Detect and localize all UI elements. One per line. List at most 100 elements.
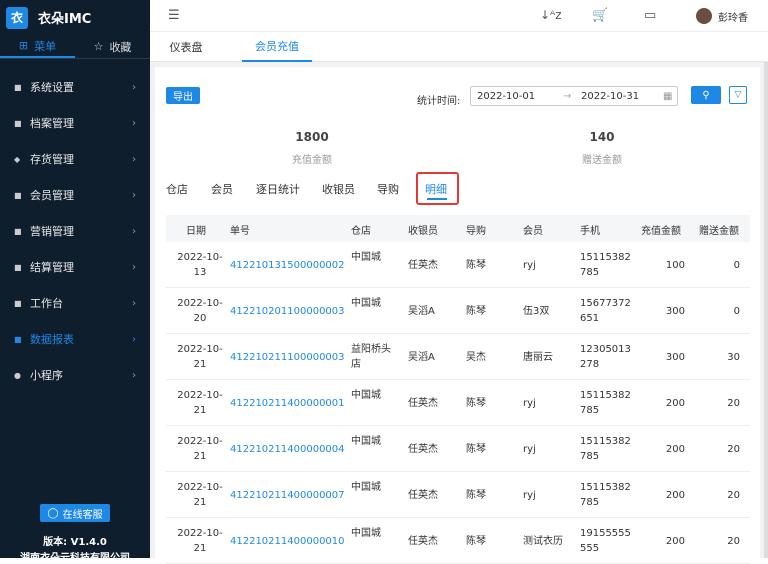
cell-amount: 300 (665, 306, 685, 317)
chevron-right-icon: › (132, 297, 136, 309)
table-row[interactable]: 2022-10- 21 412210211400000010 中国城 任英杰 陈琴 测试衣历… (166, 518, 750, 564)
tab-member[interactable]: 会员 (211, 181, 233, 197)
col-member[interactable]: 会员 (523, 222, 543, 237)
table-row[interactable]: 2022-10- 20 412210201100000003 中国城 吴滔A 陈琴 伍3双 1… (166, 288, 750, 334)
user-name: 彭玲香 (718, 12, 748, 24)
date-start-input[interactable]: 2022-10-01 (477, 91, 535, 102)
cell-amount: 200 (665, 444, 685, 455)
tab-dashboard[interactable]: 仪表盘 (160, 32, 212, 62)
cell-store: 益阳桥头 (351, 344, 391, 355)
cell-phone: 651 (580, 313, 600, 324)
menu-item-workbench[interactable]: ■ 工作台 › (0, 285, 150, 321)
cell-store: 中国城 (351, 298, 381, 309)
user-menu[interactable]: 彭玲香 (696, 8, 748, 24)
cell-cashier: 任英杰 (408, 536, 438, 547)
tab-store[interactable]: 仓店 (166, 181, 188, 197)
tab-guide[interactable]: 导购 (377, 181, 399, 197)
cell-amount: 100 (665, 260, 685, 271)
cell-order-no[interactable]: 412210201100000003 (230, 304, 345, 319)
workbench-icon: ■ (14, 298, 22, 308)
col-order-no[interactable]: 单号 (230, 222, 250, 237)
menu-item-members[interactable]: ■ 会员管理 › (0, 177, 150, 213)
col-phone[interactable]: 手机 (580, 222, 600, 237)
cell-date: 2022-10- (177, 344, 223, 355)
kpi-label: 充值金额 (292, 155, 332, 166)
cell-date: 2022-10- (177, 252, 223, 263)
col-gift[interactable]: 赠送金额 (699, 222, 739, 237)
customer-service-label: 在线客服 (62, 509, 103, 521)
collapse-menu-icon[interactable]: ☰ (168, 8, 180, 23)
kpi-recharge: 1800 充值金额 (252, 130, 372, 166)
menu-item-reports[interactable]: ■ 数据报表 › (0, 321, 150, 357)
menu-label: 系统设置 (30, 81, 74, 94)
scrollbar[interactable] (764, 62, 768, 558)
cell-phone: 15115382 (580, 436, 631, 447)
col-date[interactable]: 日期 (186, 222, 206, 237)
cell-order-no[interactable]: 412210131500000002 (230, 258, 345, 273)
table-row[interactable]: 2022-10- 21 412210211100000003 益阳桥头店 吴滔A 吴杰 唐丽… (166, 334, 750, 380)
cell-order-no[interactable]: 412210211100000003 (230, 350, 345, 365)
cell-order-no[interactable]: 412210211400000010 (230, 534, 345, 549)
cell-order-no[interactable]: 412210211400000001 (230, 396, 345, 411)
sort-az-icon[interactable]: ↓ᴬz (540, 8, 562, 22)
cell-date: 21 (193, 451, 207, 462)
chat-icon: ◯ (47, 507, 59, 519)
cell-guide: 陈琴 (466, 444, 486, 455)
settings-icon: ■ (14, 82, 22, 92)
tab-daily[interactable]: 逐日统计 (256, 181, 300, 197)
cell-guide: 陈琴 (466, 398, 486, 409)
cell-gift: 0 (733, 260, 740, 271)
table-row[interactable]: 2022-10- 21 412210211400000001 中国城 任英杰 陈琴 ryj 1… (166, 380, 750, 426)
menu-item-system-settings[interactable]: ■ 系统设置 › (0, 69, 150, 105)
cell-date: 2022-10- (177, 390, 223, 401)
sidebar-menu: ■ 系统设置 › ■ 档案管理 › ◆ 存货管理 › ■ 会员管理 › ■ 营销管理 › ■ 结算管理… (0, 69, 150, 393)
cell-cashier: 吴滔A (408, 352, 435, 363)
top-bar: ☰ ↓ᴬz 🛒 ▭ 彭玲香 (150, 0, 768, 32)
chevron-right-icon: › (132, 117, 136, 129)
cell-phone: 15677372 (580, 298, 631, 309)
menu-item-settlement[interactable]: ■ 结算管理 › (0, 249, 150, 285)
menu-item-marketing[interactable]: ■ 营销管理 › (0, 213, 150, 249)
date-end-input[interactable]: 2022-10-31 (581, 91, 639, 102)
star-icon: ☆ (93, 40, 104, 53)
search-button[interactable]: ⚲ (691, 86, 721, 104)
table-row[interactable]: 2022-10- 21 412210211400000004 中国城 任英杰 陈琴 ryj 1… (166, 426, 750, 472)
col-store[interactable]: 仓店 (351, 222, 371, 237)
tab-member-recharge[interactable]: 会员充值 (242, 32, 312, 62)
menu-label: 档案管理 (30, 117, 74, 130)
report-icon: ■ (14, 334, 22, 344)
table-row[interactable]: 2022-10- 13 412210131500000002 中国城 任英杰 陈琴 ryj 1… (166, 242, 750, 288)
export-button[interactable]: 导出 (166, 87, 200, 104)
col-guide[interactable]: 导购 (466, 222, 486, 237)
app-logo[interactable]: 衣 衣朵IMC (0, 0, 150, 35)
menu-item-miniapp[interactable]: ● 小程序 › (0, 357, 150, 393)
member-icon: ■ (14, 190, 22, 200)
menu-item-inventory[interactable]: ◆ 存货管理 › (0, 141, 150, 177)
menu-label: 小程序 (30, 369, 63, 382)
cell-member: ryj (523, 490, 536, 501)
table-row[interactable]: 2022-10- 21 412210211400000007 中国城 任英杰 陈琴 ryj 1… (166, 472, 750, 518)
tab-menu[interactable]: ⊞ 菜单 (0, 35, 75, 58)
date-range-picker[interactable]: 2022-10-01 → 2022-10-31 ▦ (470, 86, 678, 106)
col-amount[interactable]: 充值金额 (641, 222, 681, 237)
customer-service-button[interactable]: ◯ 在线客服 (40, 504, 110, 522)
col-cashier[interactable]: 收银员 (408, 222, 438, 237)
tab-favorites[interactable]: ☆ 收藏 (75, 35, 150, 58)
cell-gift: 20 (727, 490, 740, 501)
tab-cashier[interactable]: 收银员 (322, 181, 355, 197)
tab-favorites-label: 收藏 (109, 40, 132, 54)
logo-icon: 衣 (6, 6, 28, 29)
cell-order-no[interactable]: 412210211400000004 (230, 442, 345, 457)
cell-gift: 30 (727, 352, 740, 363)
cell-cashier: 吴滔A (408, 306, 435, 317)
cell-date: 13 (193, 267, 207, 278)
menu-item-archive[interactable]: ■ 档案管理 › (0, 105, 150, 141)
filter-button[interactable]: ▽ (729, 86, 747, 104)
book-icon[interactable]: ▭ (644, 8, 656, 23)
cell-phone: 12305013 (580, 344, 631, 355)
cell-phone: 785 (580, 267, 600, 278)
cell-order-no[interactable]: 412210211400000007 (230, 488, 345, 503)
cart-icon[interactable]: 🛒 (592, 8, 608, 23)
table-header: 日期 单号 仓店 收银员 导购 会员 手机 充值金额 赠送金额 (166, 215, 750, 242)
sidebar: 衣 衣朵IMC ⊞ 菜单 ☆ 收藏 ■ 系统设置 › ■ 档案管理 › ◆ 存货管理 › ■… (0, 0, 150, 558)
